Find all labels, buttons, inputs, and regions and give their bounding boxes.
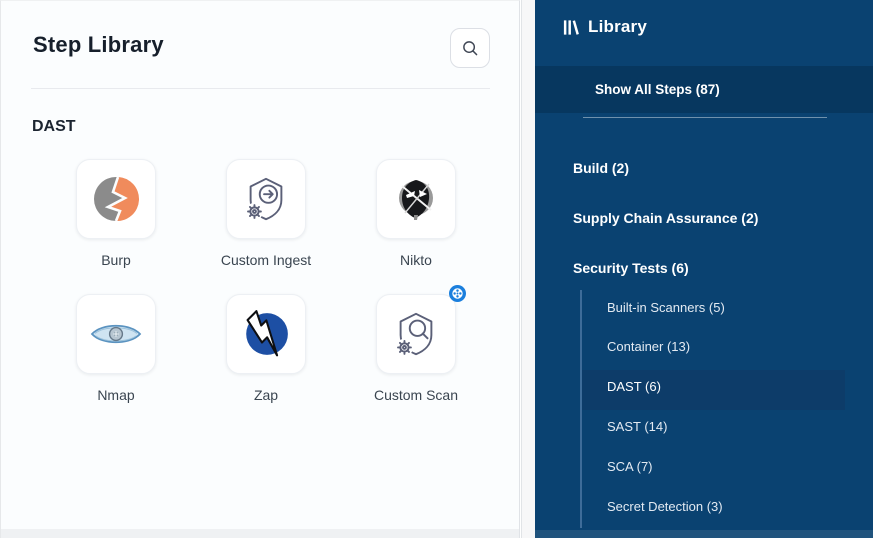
search-icon	[461, 39, 479, 57]
category-security-tests[interactable]: Security Tests (6)	[573, 259, 689, 277]
step-card-custom-scan[interactable]: Custom Scan	[336, 294, 496, 403]
subcategory-sca[interactable]: SCA (7)	[607, 458, 653, 476]
step-card-zap[interactable]: Zap	[186, 294, 346, 403]
step-card-tile	[376, 294, 456, 374]
library-books-icon	[562, 18, 581, 37]
nmap-eye-logo-icon	[90, 318, 142, 350]
nikto-logo-icon	[394, 177, 438, 221]
step-card-label: Zap	[186, 387, 346, 403]
show-all-steps-button[interactable]: Show All Steps (87)	[535, 66, 873, 113]
step-card-tile	[76, 159, 156, 239]
subcategory-built-in-scanners[interactable]: Built-in Scanners (5)	[607, 299, 725, 317]
wheel-badge-icon	[449, 285, 466, 302]
step-card-custom-ingest[interactable]: Custom Ingest	[186, 159, 346, 268]
panel-bottom-strip	[1, 529, 519, 538]
sidebar-header: Library	[562, 17, 647, 37]
search-button[interactable]	[450, 28, 490, 68]
step-card-label: Burp	[36, 252, 196, 268]
step-card-nmap[interactable]: Nmap	[36, 294, 196, 403]
sidebar-title: Library	[588, 17, 647, 37]
header-divider	[31, 88, 490, 89]
subcategory-dast[interactable]: DAST (6)	[607, 378, 661, 396]
step-card-tile	[76, 294, 156, 374]
step-card-label: Nmap	[36, 387, 196, 403]
step-card-nikto[interactable]: Nikto	[336, 159, 496, 268]
zap-lightning-logo-icon	[241, 309, 291, 359]
step-card-label: Custom Scan	[336, 387, 496, 403]
step-library-panel: Step Library DAST Burp	[0, 0, 520, 538]
step-library-screen: Step Library DAST Burp	[0, 0, 873, 538]
shield-magnifier-gear-icon	[391, 309, 441, 359]
subcategory-container[interactable]: Container (13)	[607, 338, 690, 356]
step-card-label: Nikto	[336, 252, 496, 268]
subcategory-sast[interactable]: SAST (14)	[607, 418, 667, 436]
burp-logo-icon	[92, 175, 140, 223]
section-title-dast: DAST	[32, 118, 76, 136]
step-card-tile	[226, 159, 306, 239]
library-sidebar: Library Show All Steps (87) Build (2) Su…	[535, 0, 873, 538]
step-card-label: Custom Ingest	[186, 252, 346, 268]
step-card-burp[interactable]: Burp	[36, 159, 196, 268]
shield-arrow-gear-icon	[241, 174, 291, 224]
category-supply-chain-assurance[interactable]: Supply Chain Assurance (2)	[573, 209, 758, 227]
page-title: Step Library	[33, 32, 164, 58]
step-card-tile	[376, 159, 456, 239]
sidebar-bottom-strip	[535, 530, 873, 538]
category-build[interactable]: Build (2)	[573, 159, 629, 177]
panel-gutter	[521, 0, 535, 538]
subcategory-secret-detection[interactable]: Secret Detection (3)	[607, 498, 723, 516]
show-all-divider	[583, 117, 827, 118]
step-card-tile	[226, 294, 306, 374]
